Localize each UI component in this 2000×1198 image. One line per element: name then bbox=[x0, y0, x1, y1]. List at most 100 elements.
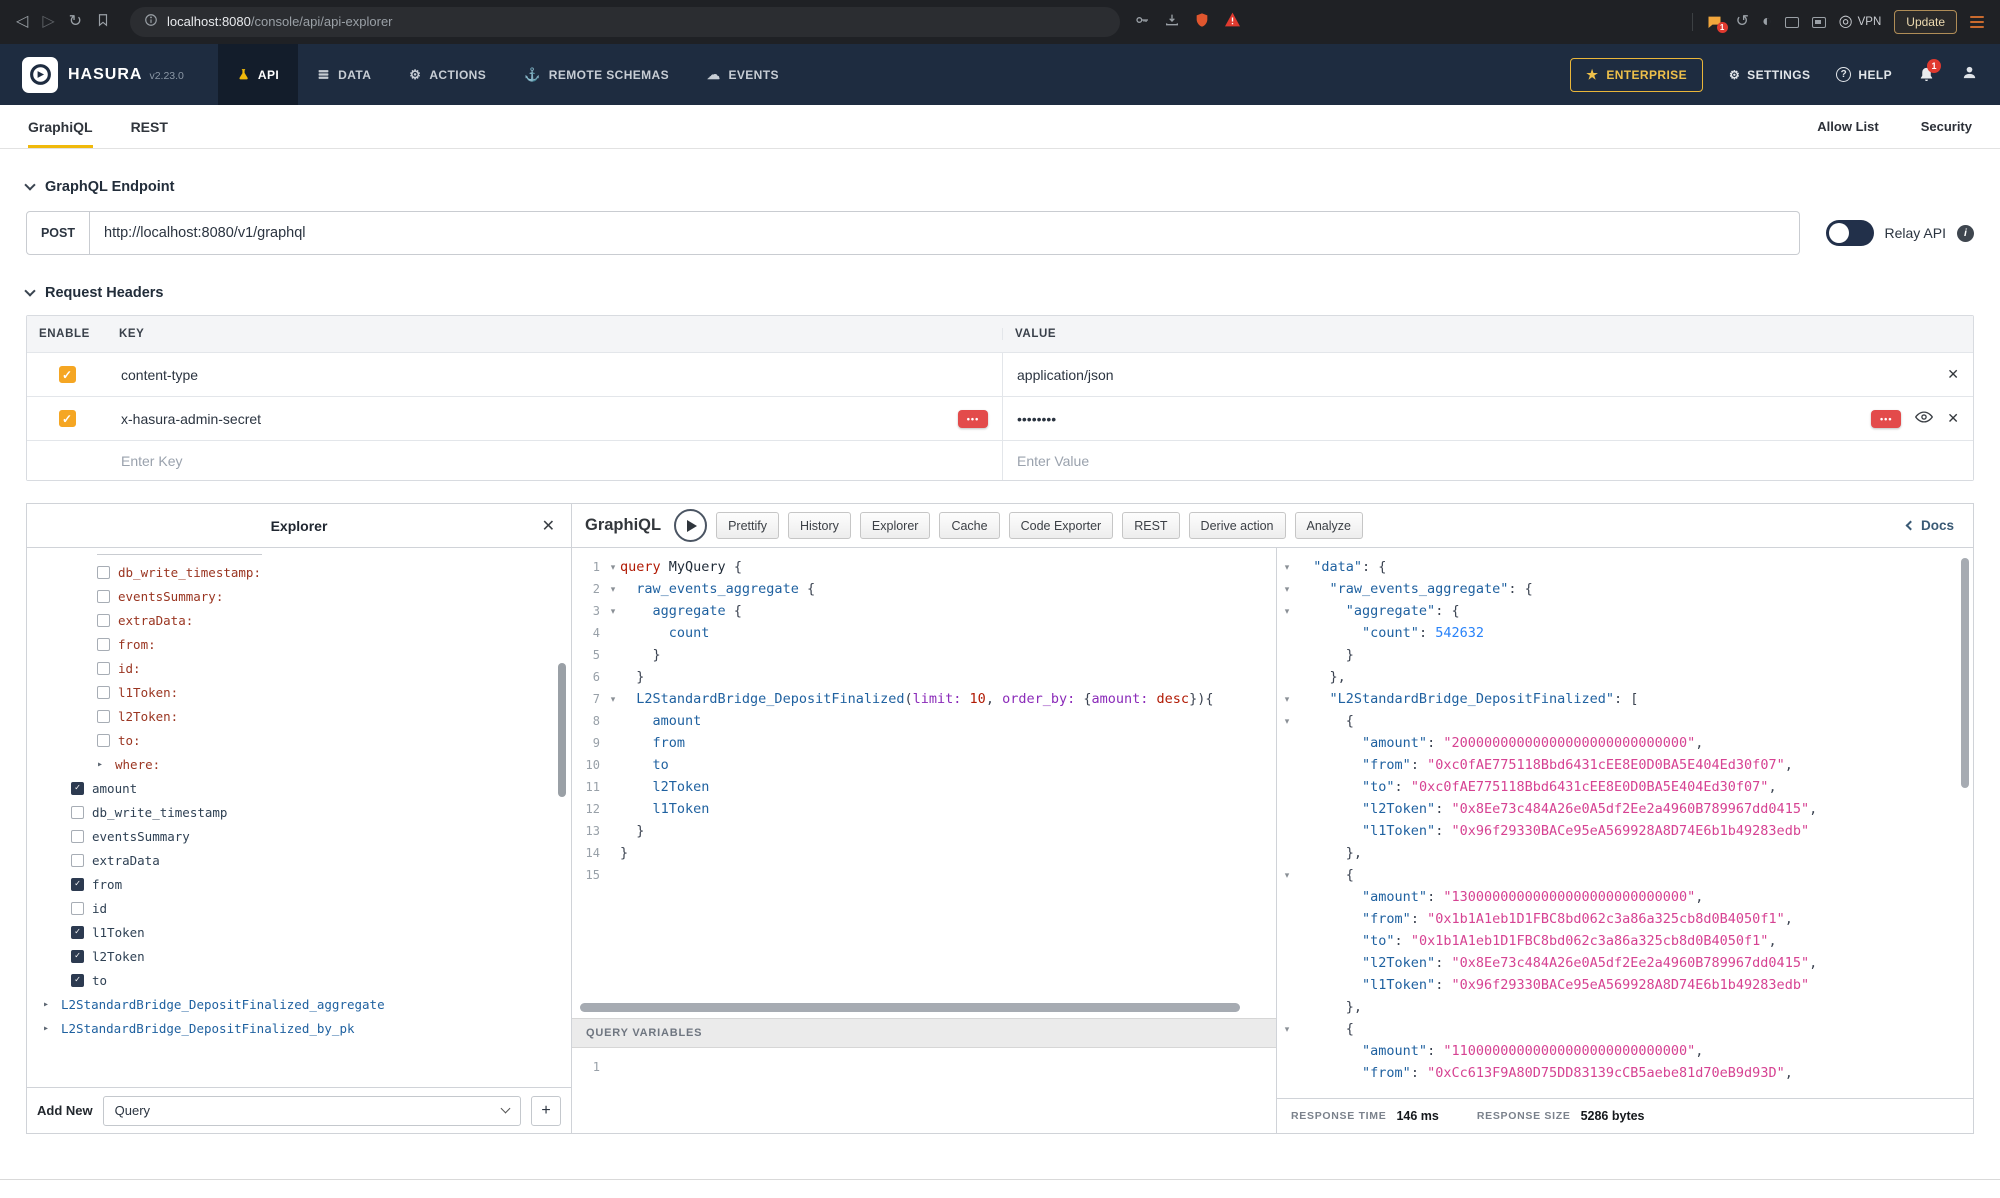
root-field-label[interactable]: L2StandardBridge_DepositFinalized_aggreg… bbox=[61, 997, 385, 1012]
nav-item-data[interactable]: DATA bbox=[298, 44, 390, 105]
window-icon[interactable] bbox=[1785, 17, 1799, 28]
contrast-icon[interactable]: ◐ bbox=[1762, 14, 1772, 30]
history-sync-icon[interactable]: ↺ bbox=[1736, 14, 1749, 30]
fold-arrow-icon[interactable]: ▾ bbox=[1277, 584, 1297, 595]
field-checkbox[interactable] bbox=[71, 806, 84, 819]
explorer-scrollbar[interactable] bbox=[558, 663, 566, 797]
user-avatar[interactable] bbox=[1961, 64, 1978, 86]
arg-label[interactable]: extraData: bbox=[118, 613, 193, 628]
fold-arrow-icon[interactable]: ▾ bbox=[606, 694, 620, 705]
endpoint-url-input[interactable] bbox=[90, 211, 1800, 255]
field-label[interactable]: id bbox=[92, 901, 107, 916]
explorer-arg-item[interactable]: to: bbox=[27, 728, 571, 752]
download-icon[interactable] bbox=[1164, 12, 1180, 33]
field-checkbox[interactable] bbox=[97, 566, 110, 579]
field-checkbox[interactable] bbox=[97, 734, 110, 747]
eye-icon[interactable] bbox=[1915, 410, 1933, 427]
explorer-arg-item[interactable]: eventsSummary: bbox=[27, 584, 571, 608]
analyze-button[interactable]: Analyze bbox=[1295, 512, 1363, 539]
update-button[interactable]: Update bbox=[1894, 10, 1957, 34]
key-icon[interactable] bbox=[1134, 12, 1150, 33]
explorer-arg-item[interactable]: l1Token: bbox=[27, 680, 571, 704]
new-key-input[interactable]: Enter Key bbox=[121, 453, 182, 469]
fold-arrow-icon[interactable]: ▾ bbox=[1277, 1024, 1297, 1035]
field-label[interactable]: from bbox=[92, 877, 122, 892]
field-checkbox[interactable] bbox=[71, 830, 84, 843]
reload-icon[interactable]: ↻ bbox=[69, 14, 82, 30]
vpn-indicator[interactable]: ◎VPN bbox=[1839, 14, 1882, 30]
explorer-field-item[interactable]: from bbox=[27, 872, 571, 896]
field-label[interactable]: db_write_timestamp bbox=[92, 805, 227, 820]
new-value-input[interactable]: Enter Value bbox=[1017, 453, 1089, 469]
enterprise-button[interactable]: ★ ENTERPRISE bbox=[1570, 58, 1703, 92]
explorer-arg-item[interactable]: ▸where: bbox=[27, 752, 571, 776]
settings-button[interactable]: ⚙ SETTINGS bbox=[1729, 68, 1810, 82]
field-label[interactable]: l2Token bbox=[92, 949, 145, 964]
expand-arrow-icon[interactable]: ▸ bbox=[43, 999, 53, 1010]
shield-icon[interactable] bbox=[1194, 12, 1210, 33]
site-info-icon[interactable] bbox=[144, 13, 158, 32]
header-value-input[interactable]: •••••••• bbox=[1017, 411, 1056, 427]
explorer-arg-item[interactable]: id: bbox=[27, 656, 571, 680]
nav-item-remote-schemas[interactable]: ⚓REMOTE SCHEMAS bbox=[505, 44, 688, 105]
request-headers-section-header[interactable]: Request Headers bbox=[26, 285, 1974, 301]
arg-label[interactable]: l1Token: bbox=[118, 685, 178, 700]
explorer-field-item[interactable]: id bbox=[27, 896, 571, 920]
header-key-input[interactable]: content-type bbox=[121, 367, 198, 383]
horizontal-scrollbar[interactable] bbox=[580, 1003, 1240, 1012]
admin-secret-pill[interactable]: ••• bbox=[958, 410, 988, 428]
explorer-field-item[interactable]: to bbox=[27, 968, 571, 992]
chat-extension-icon[interactable]: 1 bbox=[1706, 14, 1723, 30]
url-bar[interactable]: localhost:8080/console/api/api-explorer bbox=[130, 7, 1120, 37]
tab-groups-icon[interactable] bbox=[1812, 17, 1826, 28]
explorer-arg-item[interactable]: from: bbox=[27, 632, 571, 656]
nav-item-events[interactable]: ☁EVENTS bbox=[688, 44, 798, 105]
arg-label[interactable]: id: bbox=[118, 661, 141, 676]
expand-arrow-icon[interactable]: ▸ bbox=[43, 1023, 53, 1034]
query-editor[interactable]: 1▾query MyQuery {2▾ raw_events_aggregate… bbox=[572, 548, 1276, 1018]
link-security[interactable]: Security bbox=[1921, 119, 1972, 134]
nav-item-actions[interactable]: ⚙ACTIONS bbox=[390, 44, 505, 105]
explorer-root-item[interactable]: ▸ L2StandardBridge_DepositFinalized_by_pk bbox=[27, 1016, 571, 1040]
link-allow-list[interactable]: Allow List bbox=[1817, 119, 1878, 134]
forward-icon[interactable]: ▷ bbox=[42, 14, 54, 30]
field-checkbox[interactable] bbox=[71, 854, 84, 867]
explorer-field-item[interactable]: db_write_timestamp bbox=[27, 800, 571, 824]
hasura-logo[interactable] bbox=[22, 57, 58, 93]
explorer-field-item[interactable]: l1Token bbox=[27, 920, 571, 944]
expand-arrow-icon[interactable]: ▸ bbox=[97, 759, 107, 770]
fold-arrow-icon[interactable]: ▾ bbox=[1277, 870, 1297, 881]
header-value-input[interactable]: application/json bbox=[1017, 367, 1114, 383]
field-label[interactable]: extraData bbox=[92, 853, 160, 868]
field-checkbox[interactable] bbox=[71, 782, 84, 795]
explorer-field-tree[interactable]: db_write_timestamp: eventsSummary: extraDa… bbox=[27, 548, 571, 1087]
explorer-field-item[interactable]: l2Token bbox=[27, 944, 571, 968]
field-checkbox[interactable] bbox=[97, 614, 110, 627]
code-exporter-button[interactable]: Code Exporter bbox=[1009, 512, 1114, 539]
menu-icon[interactable] bbox=[1970, 16, 1984, 28]
field-checkbox[interactable] bbox=[71, 950, 84, 963]
field-label[interactable]: eventsSummary bbox=[92, 829, 190, 844]
rest-button[interactable]: REST bbox=[1122, 512, 1179, 539]
remove-header-icon[interactable]: ✕ bbox=[1947, 366, 1959, 383]
arg-label[interactable]: to: bbox=[118, 733, 141, 748]
remove-header-icon[interactable]: ✕ bbox=[1947, 410, 1959, 427]
field-checkbox[interactable] bbox=[71, 902, 84, 915]
field-checkbox[interactable] bbox=[97, 686, 110, 699]
operation-type-select[interactable]: Query bbox=[103, 1096, 521, 1126]
close-icon[interactable]: ✕ bbox=[542, 516, 555, 536]
add-operation-button[interactable]: + bbox=[531, 1096, 561, 1126]
field-checkbox[interactable] bbox=[97, 662, 110, 675]
explorer-arg-item[interactable]: l2Token: bbox=[27, 704, 571, 728]
graphql-endpoint-section-header[interactable]: GraphQL Endpoint bbox=[26, 179, 1974, 195]
arg-label[interactable]: db_write_timestamp: bbox=[118, 565, 261, 580]
field-checkbox[interactable] bbox=[71, 974, 84, 987]
execute-query-button[interactable] bbox=[674, 509, 707, 542]
relay-api-toggle[interactable] bbox=[1826, 220, 1874, 246]
history-button[interactable]: History bbox=[788, 512, 851, 539]
query-variables-header[interactable]: QUERY VARIABLES bbox=[572, 1018, 1276, 1048]
field-checkbox[interactable] bbox=[71, 926, 84, 939]
root-field-label[interactable]: L2StandardBridge_DepositFinalized_by_pk bbox=[61, 1021, 355, 1036]
tab-rest[interactable]: REST bbox=[131, 105, 168, 148]
admin-secret-pill[interactable]: ••• bbox=[1871, 410, 1901, 428]
